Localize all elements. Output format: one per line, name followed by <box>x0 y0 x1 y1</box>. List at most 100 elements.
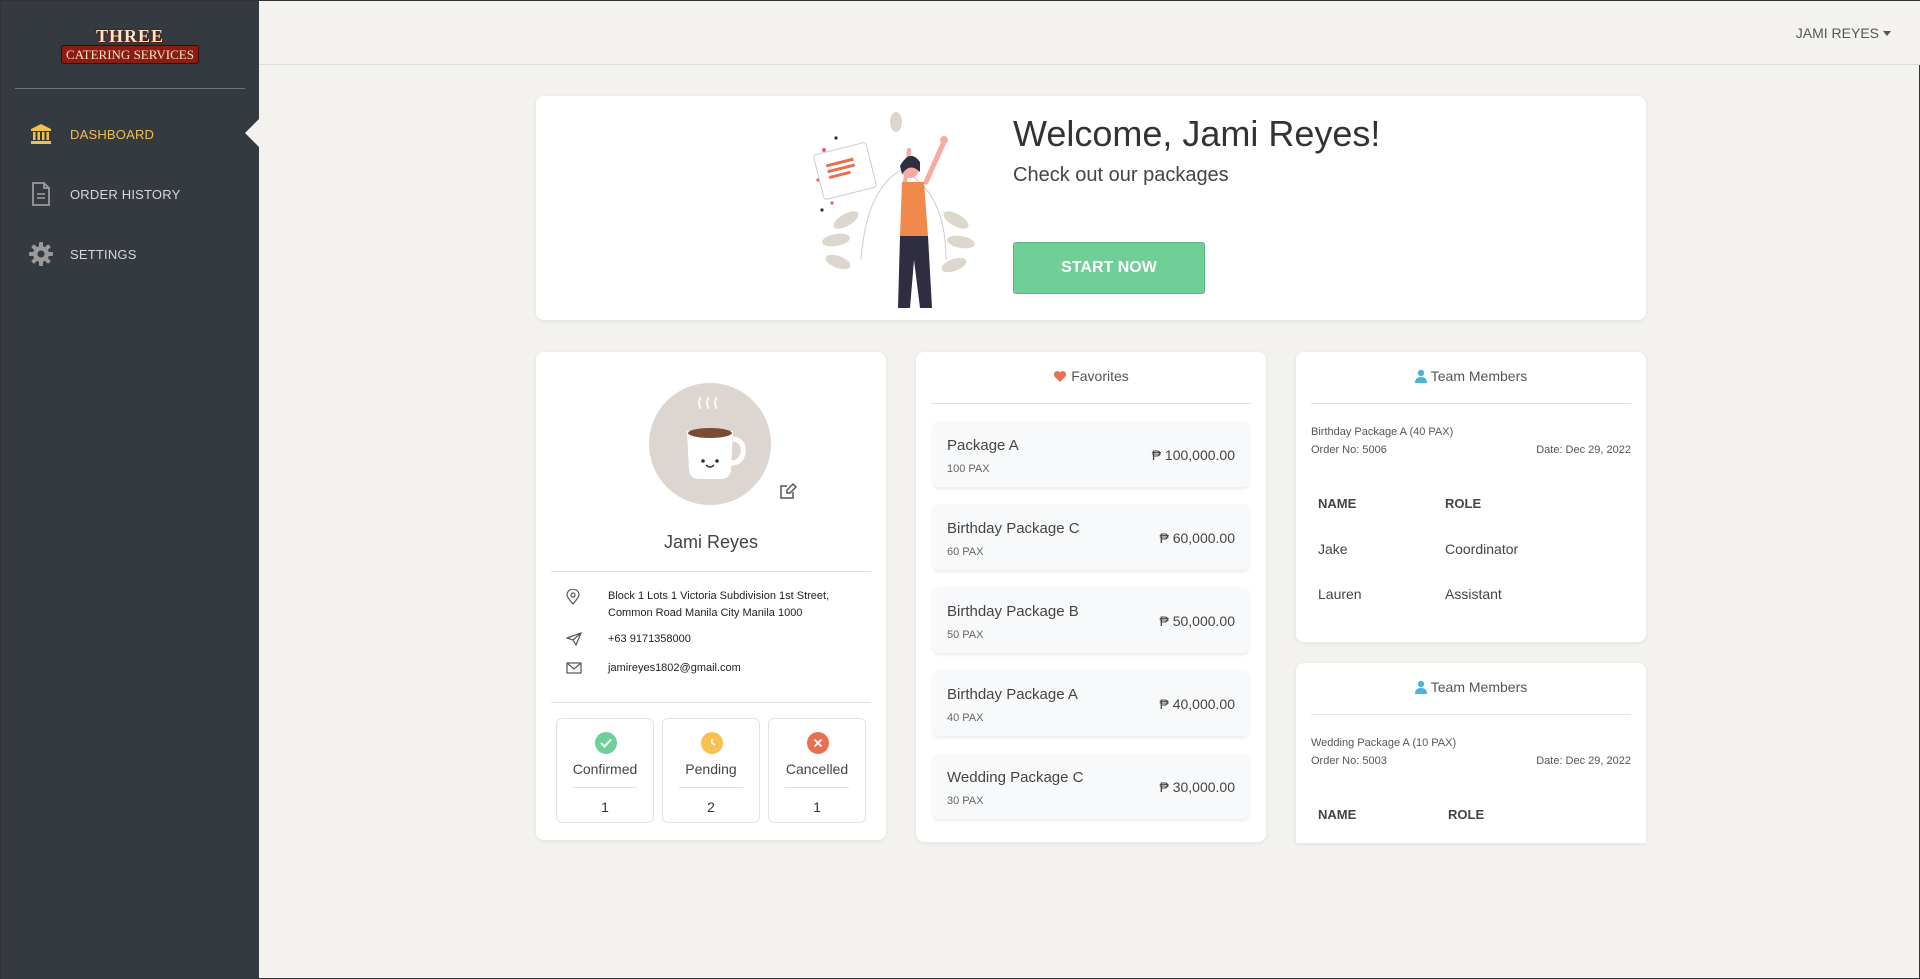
team-members-card: Team Members Wedding Package A (10 PAX) … <box>1296 663 1646 843</box>
column-header-role: ROLE <box>1448 807 1485 822</box>
order-number: Order No: 5003 <box>1311 755 1387 767</box>
card-header: Team Members <box>1296 368 1646 384</box>
package-name: Package A <box>947 437 1019 454</box>
favorite-item[interactable]: Package A 100 PAX ₱ 100,000.00 <box>933 421 1249 487</box>
welcome-card: Welcome, Jami Reyes! Check out our packa… <box>536 96 1646 320</box>
member-role: Coordinator <box>1445 541 1519 557</box>
avatar <box>649 383 771 505</box>
order-date: Date: Dec 29, 2022 <box>1536 444 1631 456</box>
package-pax: 60 PAX <box>947 546 984 558</box>
map-pin-icon <box>566 588 582 605</box>
team-package: Wedding Package A (10 PAX) <box>1311 737 1457 749</box>
stat-value: 2 <box>707 799 715 815</box>
member-name: Jake <box>1318 541 1348 557</box>
favorite-item[interactable]: Birthday Package C 60 PAX ₱ 60,000.00 <box>933 504 1249 570</box>
card-header: Favorites <box>916 368 1266 384</box>
divider <box>551 702 871 703</box>
sidebar-item-dashboard[interactable]: DASHBOARD <box>1 114 259 154</box>
column-header-name: NAME <box>1318 807 1357 822</box>
divider <box>785 787 849 788</box>
team-title: Team Members <box>1430 368 1528 384</box>
favorite-item[interactable]: Wedding Package C 30 PAX ₱ 30,000.00 <box>933 753 1249 819</box>
sidebar-item-settings[interactable]: SETTINGS <box>1 234 259 274</box>
email-row: jamireyes1802@gmail.com <box>566 660 866 677</box>
welcome-illustration <box>813 112 975 308</box>
bank-icon <box>28 121 54 147</box>
profile-name: Jami Reyes <box>663 532 759 552</box>
user-icon <box>1414 369 1427 383</box>
clock-icon <box>701 732 723 754</box>
favorite-item[interactable]: Birthday Package A 40 PAX ₱ 40,000.00 <box>933 670 1249 736</box>
edit-icon[interactable] <box>779 482 799 502</box>
team-members-card: Team Members Birthday Package A (40 PAX)… <box>1296 352 1646 642</box>
package-name: Birthday Package B <box>947 603 1079 620</box>
divider <box>1311 714 1631 715</box>
profile-card: Jami Reyes Block 1 Lots 1 Victoria Subdi… <box>536 352 886 840</box>
logo-line1: THREE <box>95 26 165 46</box>
logo[interactable]: THREE CATERING SERVICES <box>51 27 209 67</box>
sidebar-item-label: SETTINGS <box>70 246 137 262</box>
stat-value: 1 <box>813 799 821 815</box>
stat-confirmed: Confirmed 1 <box>556 718 654 823</box>
phone-row: +63 9171358000 <box>565 631 866 648</box>
user-menu-dropdown[interactable]: JAMI REYES <box>1796 25 1891 41</box>
heart-icon <box>1053 370 1067 383</box>
divider <box>573 787 637 788</box>
card-header: Team Members <box>1296 679 1646 695</box>
order-date: Date: Dec 29, 2022 <box>1536 755 1631 767</box>
sidebar-item-label: DASHBOARD <box>70 126 155 142</box>
package-name: Birthday Package C <box>947 520 1080 537</box>
divider <box>1311 403 1631 404</box>
package-price: ₱ 40,000.00 <box>1159 696 1235 712</box>
mail-icon <box>566 661 582 677</box>
phone-number: +63 9171358000 <box>608 633 691 645</box>
user-icon <box>1414 680 1427 694</box>
address-row: Block 1 Lots 1 Victoria Subdivision 1st … <box>566 588 866 622</box>
start-now-button[interactable]: START NOW <box>1013 242 1205 294</box>
package-price: ₱ 30,000.00 <box>1159 779 1235 795</box>
package-pax: 100 PAX <box>947 463 990 475</box>
team-package: Birthday Package A (40 PAX) <box>1311 426 1454 438</box>
package-name: Birthday Package A <box>947 686 1078 703</box>
address-line1: Block 1 Lots 1 Victoria Subdivision 1st … <box>608 590 830 602</box>
check-icon <box>595 732 617 754</box>
active-indicator <box>245 119 259 147</box>
favorites-title: Favorites <box>1071 368 1129 384</box>
divider <box>931 403 1251 404</box>
member-role: Assistant <box>1445 586 1502 602</box>
divider <box>551 571 871 572</box>
package-pax: 50 PAX <box>947 629 984 641</box>
gear-icon <box>28 241 54 267</box>
logo-line2: CATERING SERVICES <box>61 45 199 64</box>
order-number: Order No: 5006 <box>1311 444 1387 456</box>
favorite-item[interactable]: Birthday Package B 50 PAX ₱ 50,000.00 <box>933 587 1249 653</box>
email-address: jamireyes1802@gmail.com <box>608 662 741 674</box>
document-icon <box>28 181 54 207</box>
divider <box>679 787 743 788</box>
sidebar: THREE CATERING SERVICES DASHBOARD ORDER … <box>1 1 259 979</box>
package-price: ₱ 100,000.00 <box>1151 447 1235 463</box>
topbar: JAMI REYES <box>259 1 1920 65</box>
chevron-down-icon <box>1883 30 1891 36</box>
package-name: Wedding Package C <box>947 769 1084 786</box>
column-header-role: ROLE <box>1445 496 1482 511</box>
stat-pending: Pending 2 <box>662 718 760 823</box>
stat-label: Pending <box>685 761 737 777</box>
member-name: Lauren <box>1318 586 1362 602</box>
package-pax: 30 PAX <box>947 795 984 807</box>
sidebar-item-label: ORDER HISTORY <box>70 186 181 202</box>
team-title: Team Members <box>1430 679 1528 695</box>
stat-value: 1 <box>601 799 609 815</box>
stat-label: Cancelled <box>785 761 849 777</box>
sidebar-item-order-history[interactable]: ORDER HISTORY <box>1 174 259 214</box>
package-pax: 40 PAX <box>947 712 984 724</box>
welcome-subtitle: Check out our packages <box>1013 164 1229 186</box>
sidebar-divider <box>15 88 245 89</box>
welcome-title: Welcome, Jami Reyes! <box>1013 113 1381 154</box>
stat-cancelled: Cancelled 1 <box>768 718 866 823</box>
send-icon <box>565 631 583 648</box>
address-line2: Common Road Manila City Manila 1000 <box>608 607 803 619</box>
column-header-name: NAME <box>1318 496 1357 511</box>
package-price: ₱ 60,000.00 <box>1159 530 1235 546</box>
close-icon <box>807 732 829 754</box>
